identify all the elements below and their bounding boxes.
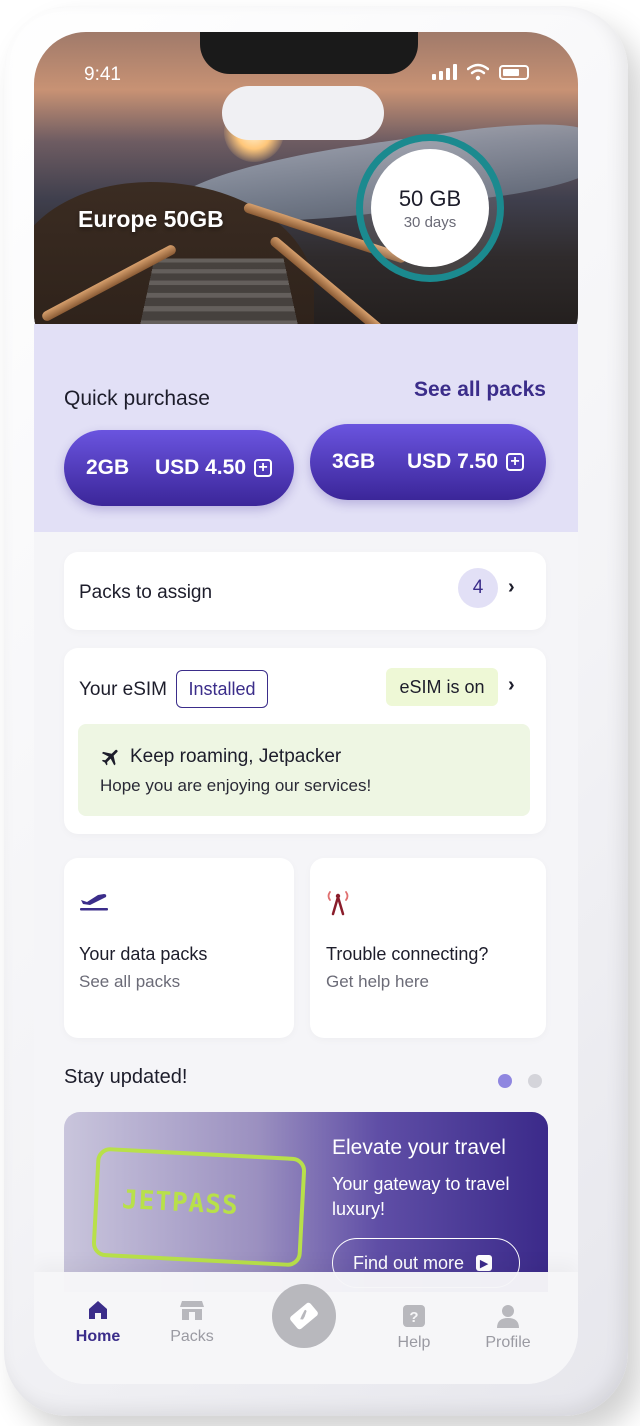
pack-price: USD 7.50 (406, 450, 498, 473)
packs-to-assign-label: Packs to assign (79, 582, 213, 603)
chevron-right-icon: › (508, 674, 515, 696)
app-screen: Europe 50GB 50 GB 30 days 9:41 Quick pur… (34, 32, 578, 1384)
tab-help[interactable]: ? Help (374, 1304, 454, 1352)
home-icon (89, 1301, 107, 1319)
buy-2gb-button[interactable]: 2GB USD 4.50 + (64, 430, 294, 506)
plus-icon: + (254, 459, 272, 477)
pack-size: 3GB (332, 450, 376, 473)
data-remaining-ring: 50 GB 30 days (356, 134, 504, 282)
data-amount: 50 GB (398, 185, 462, 211)
data-packs-subtitle: See all packs (79, 972, 181, 991)
data-validity: 30 days (403, 213, 457, 231)
svg-text:?: ? (409, 1309, 418, 1326)
ticket-center-button[interactable] (272, 1284, 336, 1348)
banner-subtitle: Your gateway to travel luxury! (332, 1174, 510, 1219)
data-packs-title: Your data packs (79, 944, 208, 964)
arrow-right-icon: ▶ (476, 1255, 493, 1271)
chevron-right-icon: › (508, 576, 515, 598)
esim-status-badge: eSIM is on (386, 668, 498, 706)
profile-icon (497, 1305, 519, 1328)
help-icon: ? (403, 1305, 425, 1327)
store-icon (180, 1301, 204, 1320)
plane-icon (101, 749, 118, 766)
tab-home[interactable]: Home (58, 1298, 138, 1346)
tab-help-label: Help (397, 1334, 431, 1351)
status-icons (432, 60, 552, 84)
pack-price: USD 4.50 (154, 456, 246, 479)
trouble-connecting-subtitle: Get help here (326, 972, 430, 991)
tab-packs[interactable]: Packs (152, 1298, 232, 1346)
trouble-connecting-title: Trouble connecting? (326, 944, 489, 964)
find-out-more-label: Find out more (353, 1252, 465, 1273)
stay-updated-title: Stay updated! (64, 1066, 188, 1088)
pack-name: Europe 50GB (78, 206, 224, 232)
wifi-icon (467, 63, 489, 81)
roaming-title: Keep roaming, Jetpacker (130, 746, 342, 767)
roaming-subtitle: Hope you are enjoying our services! (100, 776, 372, 795)
status-time: 9:41 (84, 64, 121, 85)
quick-purchase-title: Quick purchase (64, 387, 210, 410)
data-remaining-circle: 50 GB 30 days (371, 149, 489, 267)
plus-icon: + (506, 453, 524, 471)
packs-count-badge: 4 (458, 568, 498, 608)
battery-icon (499, 64, 529, 80)
pack-size: 2GB (86, 456, 130, 479)
dynamic-island (222, 86, 384, 140)
camera-notch (200, 32, 418, 74)
carousel-dot[interactable] (528, 1074, 542, 1088)
jetpass-stamp-text: JETPASS (121, 1184, 240, 1222)
tab-profile-label: Profile (485, 1334, 531, 1351)
tab-profile[interactable]: Profile (468, 1304, 548, 1352)
see-all-packs-link[interactable]: See all packs (414, 378, 546, 402)
buy-3gb-button[interactable]: 3GB USD 7.50 + (310, 424, 546, 500)
ticket-icon (290, 1302, 318, 1330)
carousel-dot-active[interactable] (498, 1074, 512, 1088)
tab-packs-label: Packs (170, 1328, 214, 1345)
plane-takeoff-icon (80, 894, 108, 911)
esim-label: Your eSIM (79, 679, 168, 700)
signal-icon (432, 64, 457, 80)
roaming-message-box (78, 724, 530, 816)
banner-title: Elevate your travel (332, 1136, 506, 1159)
phone-frame: Europe 50GB 50 GB 30 days 9:41 Quick pur… (4, 6, 628, 1416)
tab-home-label: Home (75, 1328, 121, 1345)
antenna-icon (327, 891, 349, 916)
esim-installed-badge: Installed (176, 670, 268, 708)
